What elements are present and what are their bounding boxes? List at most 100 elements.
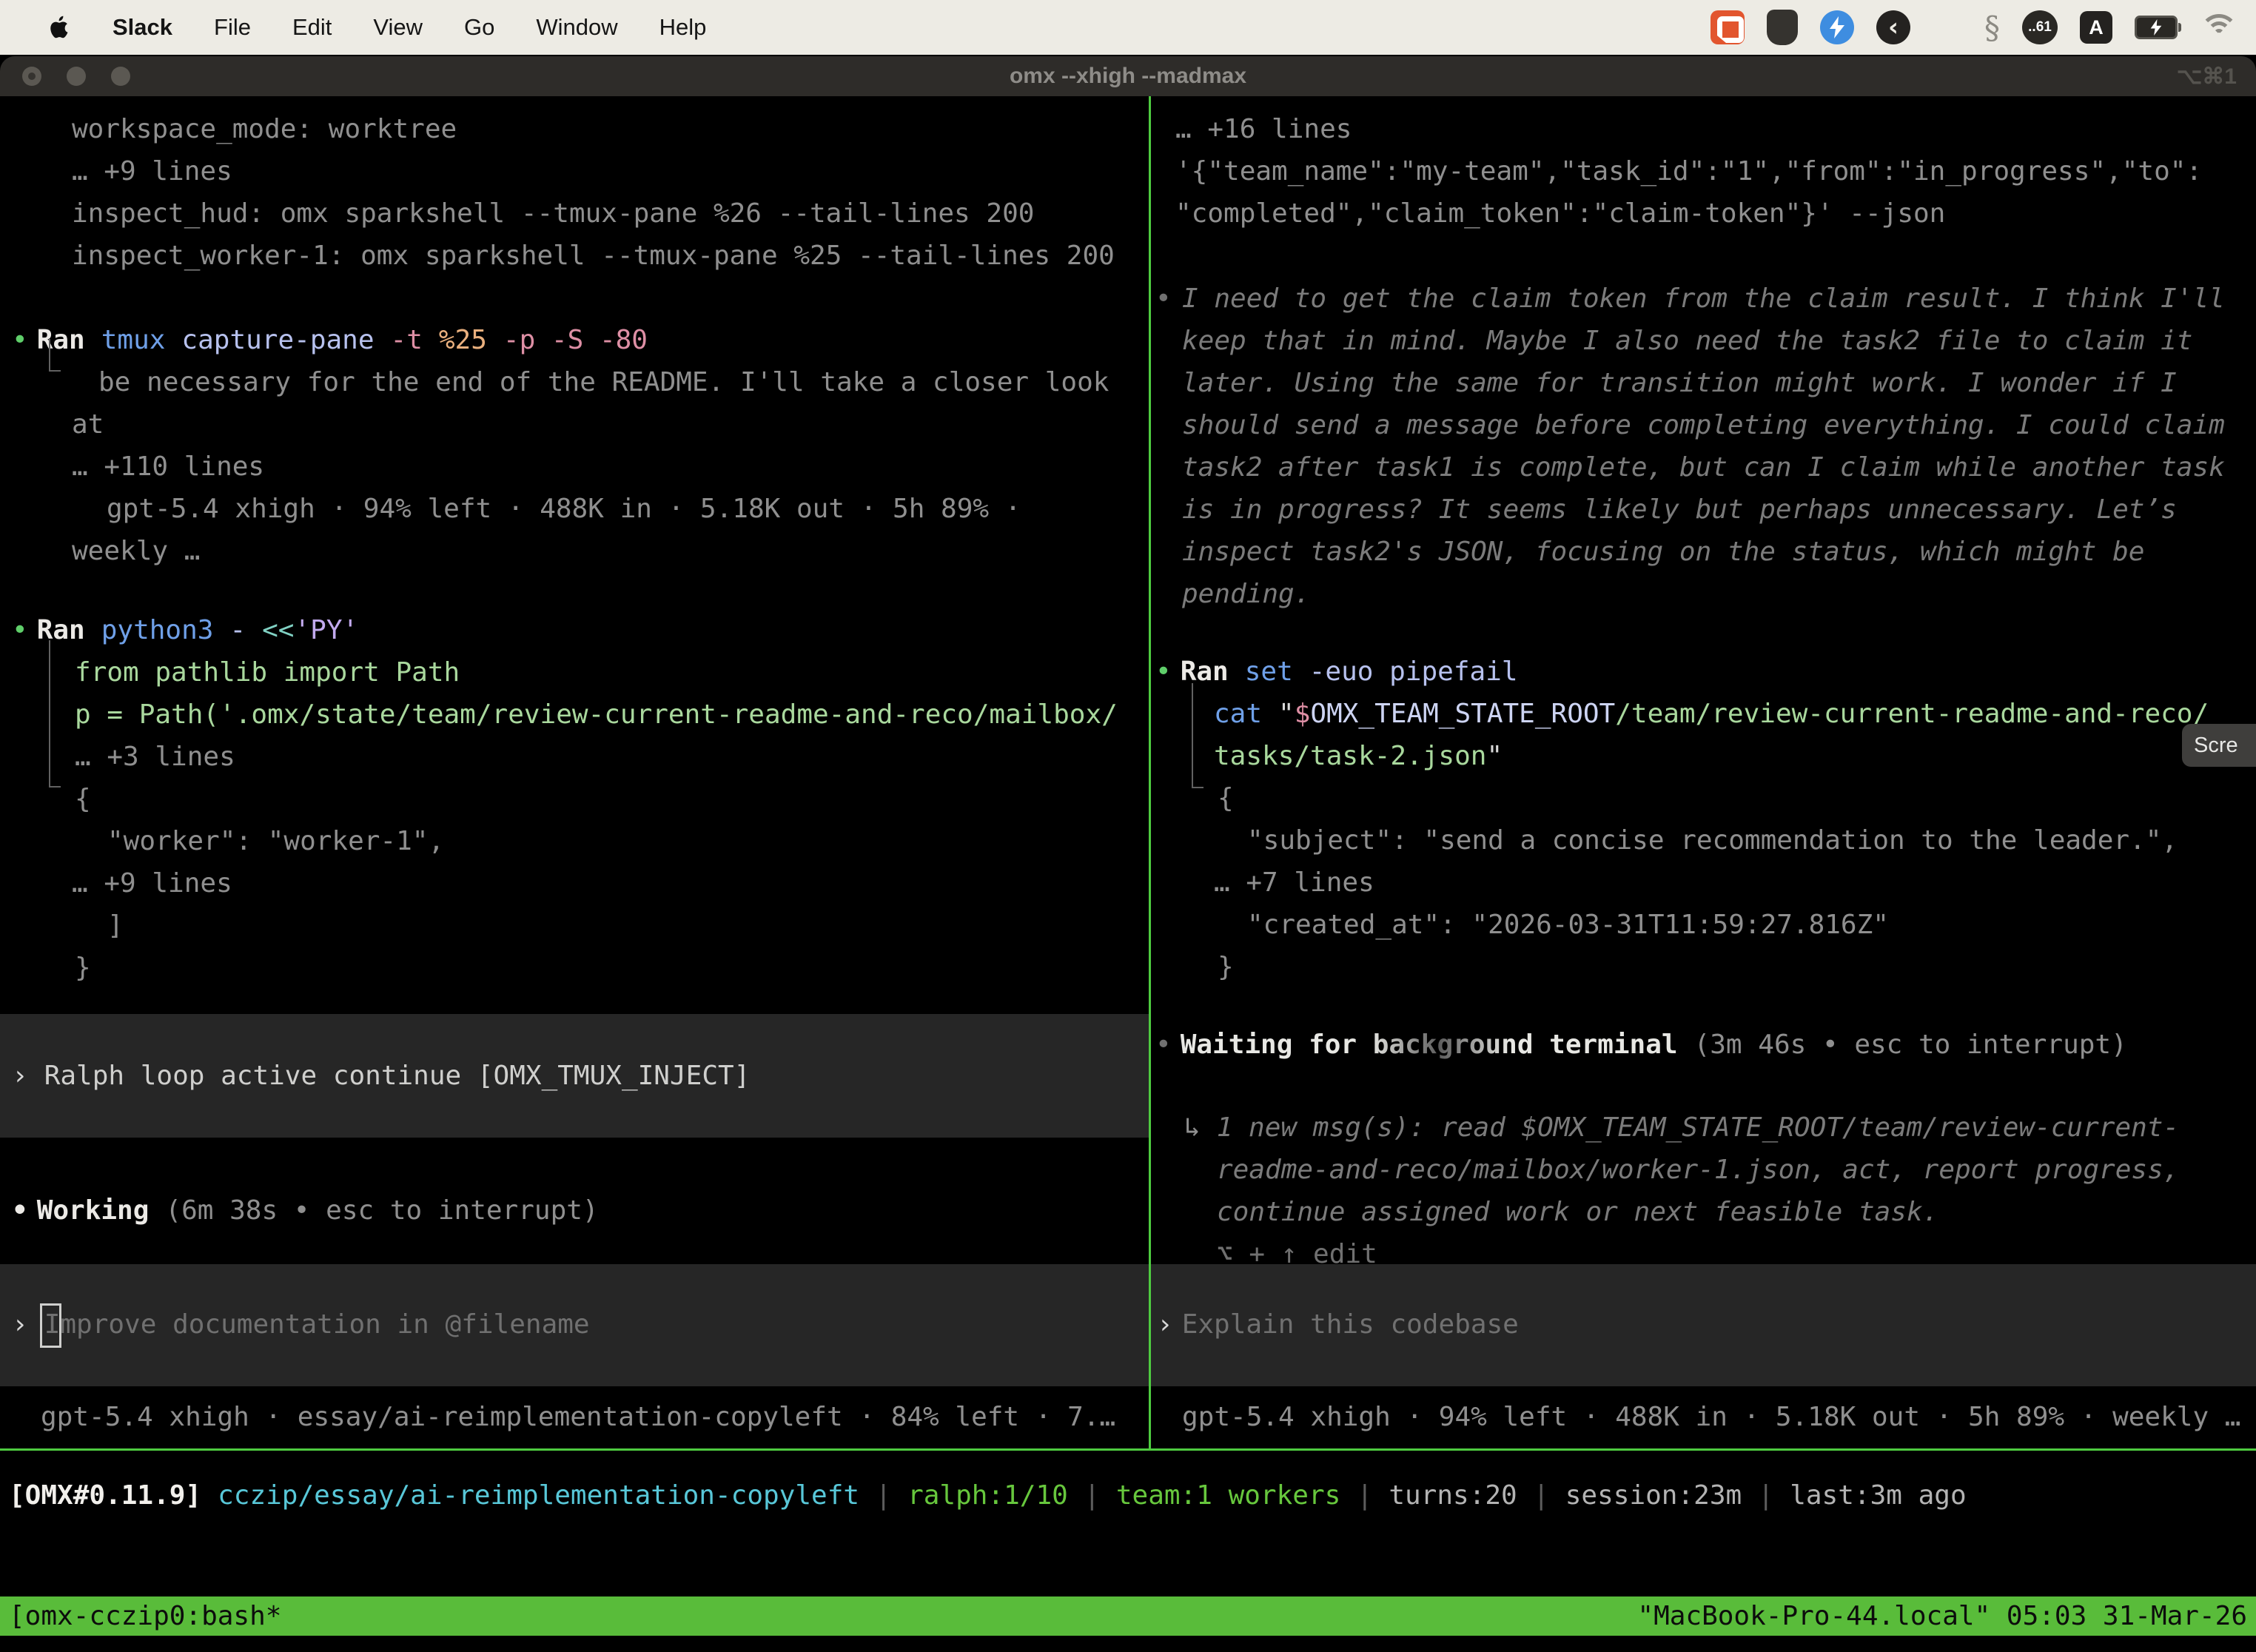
window-title: omx --xhigh --madmax xyxy=(0,56,2256,96)
bullet-icon: • xyxy=(1155,278,1172,320)
chat-app-icon[interactable] xyxy=(1711,10,1745,44)
separator: | xyxy=(1068,1480,1116,1511)
separator: | xyxy=(859,1480,907,1511)
thinking-line: task2 after task1 is complete, but can I… xyxy=(1182,446,2225,488)
a-badge-icon[interactable]: A xyxy=(2080,11,2112,44)
text-cursor xyxy=(40,1303,61,1348)
tmux-session-window: [omx-cczip0:bash* xyxy=(9,1601,281,1631)
left-output-line: "worker": "worker-1", xyxy=(107,820,444,862)
cat-command-line: tasks/task-2.json" xyxy=(1214,735,1503,777)
screen: Slack File Edit View Go Window Help ‹ § … xyxy=(0,0,2256,1652)
right-output-line: "created_at": "2026-03-31T11:59:27.816Z" xyxy=(1247,904,1889,946)
left-output-line: { xyxy=(75,778,91,820)
right-output-line: } xyxy=(1218,946,1234,988)
left-output-line: workspace_mode: worktree xyxy=(72,108,457,150)
cmd-token: -t xyxy=(391,325,423,355)
menu-item-window[interactable]: Window xyxy=(536,14,617,41)
left-output-line: inspect_hud: omx sparkshell --tmux-pane … xyxy=(72,192,1034,235)
cmd-token: - xyxy=(229,615,246,645)
output-corner-connector xyxy=(1192,683,1203,788)
apple-logo-icon xyxy=(49,15,71,40)
notification-line: continue assigned work or next feasible … xyxy=(1217,1191,1938,1233)
menu-bar-status-icons: ‹ § ..61 A xyxy=(1711,0,2238,55)
wifi-icon[interactable] xyxy=(2200,13,2238,42)
thinking-line: inspect task2's JSON, focusing on the st… xyxy=(1182,531,2144,573)
right-output-line: "completed","claim_token":"claim-token"}… xyxy=(1175,192,1945,235)
cmd-token: python3 xyxy=(101,615,214,645)
cmd-token: << xyxy=(262,615,294,645)
working-meta: (6m 38s • esc to interrupt) xyxy=(165,1195,598,1226)
python-code-line: p = Path('.omx/state/team/review-current… xyxy=(75,694,1118,736)
left-output-line: be necessary for the end of the README. … xyxy=(98,361,1109,403)
bolt-circle-icon[interactable] xyxy=(1820,10,1854,44)
apple-menu[interactable] xyxy=(49,15,71,40)
cmd-token: tmux xyxy=(101,325,166,355)
left-output-line: ] xyxy=(107,904,124,947)
ran-label: Ran xyxy=(1181,657,1229,687)
notification-line: 1 new msg(s): read $OMX_TEAM_STATE_ROOT/… xyxy=(1217,1112,2179,1143)
omx-session-time: session:23m xyxy=(1565,1480,1742,1511)
menu-bar-left: Slack File Edit View Go Window Help xyxy=(0,14,706,41)
title-bar[interactable]: omx --xhigh --madmax ⌥⌘1 xyxy=(0,56,2256,96)
menu-item-edit[interactable]: Edit xyxy=(292,14,332,41)
chevron-circle-icon[interactable]: ‹ xyxy=(1876,10,1910,44)
battery-icon[interactable] xyxy=(2135,16,2178,39)
left-output-line: } xyxy=(75,947,91,989)
cmd-token: set xyxy=(1245,657,1293,687)
menu-item-file[interactable]: File xyxy=(214,14,251,41)
left-input-row[interactable]: › Improve documentation in @filename xyxy=(12,1303,590,1346)
waiting-label: Waiting for background terminal xyxy=(1181,1030,1678,1060)
right-output-line: { xyxy=(1218,777,1234,819)
cmd-token: cat xyxy=(1214,699,1262,729)
cmd-token: $ xyxy=(1295,699,1311,729)
menu-item-view[interactable]: View xyxy=(373,14,423,41)
ran-set-command: •Ranset-euo pipefail xyxy=(1155,651,1518,693)
left-output-line: gpt-5.4 xhigh · 94% left · 488K in · 5.1… xyxy=(107,488,1021,530)
output-corner-connector xyxy=(49,339,61,372)
ran-python-command: •Ranpython3-<<'PY' xyxy=(12,609,358,651)
right-input-row[interactable]: ›Explain this codebase xyxy=(1157,1303,1519,1346)
separator: | xyxy=(1742,1480,1790,1511)
prompt-chevron-icon: › xyxy=(12,1309,28,1340)
omx-last-activity: last:3m ago xyxy=(1790,1480,1966,1511)
left-input-placeholder: Improve documentation in @filename xyxy=(44,1309,590,1340)
ran-label: Ran xyxy=(37,325,85,355)
tmux-host-clock: "MacBook-Pro-44.local" 05:03 31-Mar-26 xyxy=(1637,1601,2247,1631)
shield-grid-icon[interactable] xyxy=(1767,10,1798,45)
omx-ralph-count: ralph:1/10 xyxy=(907,1480,1068,1511)
bullet-icon: • xyxy=(12,1195,28,1226)
cmd-token: " xyxy=(1278,699,1295,729)
left-output-line: … +110 lines xyxy=(72,446,264,488)
omx-version-badge: [OMX#0.11.9] xyxy=(9,1480,201,1511)
bullet-icon: • xyxy=(12,615,28,645)
ran-tmux-command: •Rantmuxcapture-pane-t%25-p -S -80 xyxy=(12,319,648,361)
screen-sharing-pill[interactable]: Scre xyxy=(2182,724,2256,767)
menu-item-help[interactable]: Help xyxy=(659,14,707,41)
menu-item-go[interactable]: Go xyxy=(464,14,494,41)
omx-turns: turns:20 xyxy=(1389,1480,1517,1511)
working-label: Working xyxy=(37,1195,150,1226)
left-output-line: … +3 lines xyxy=(75,736,235,778)
output-corner-connector xyxy=(49,640,61,788)
thinking-line: I need to get the claim token from the c… xyxy=(1182,278,2225,320)
left-output-line: … +9 lines xyxy=(72,862,232,904)
prompt-chevron-icon: › xyxy=(12,1061,28,1091)
right-model-statusline: gpt-5.4 xhigh · 94% left · 488K in · 5.1… xyxy=(1182,1396,2240,1438)
dots-grid-icon[interactable] xyxy=(1933,13,1962,42)
left-output-line: … +9 lines xyxy=(72,150,232,192)
swirl-icon[interactable]: § xyxy=(1984,10,2000,46)
reply-arrow-icon: ↳ xyxy=(1184,1112,1201,1143)
battery-bolt-icon xyxy=(2150,19,2162,36)
cmd-token: OMX_TEAM_STATE_ROOT xyxy=(1310,699,1615,729)
right-output-line: "subject": "send a concise recommendatio… xyxy=(1247,819,2178,862)
thinking-line: should send a message before completing … xyxy=(1182,404,2225,446)
cmd-token: capture-pane xyxy=(181,325,374,355)
menu-app-name[interactable]: Slack xyxy=(113,14,172,41)
cmd-token: -p -S -80 xyxy=(503,325,648,355)
prompt-chevron-icon: › xyxy=(1157,1309,1173,1340)
gauge-61-icon[interactable]: ..61 xyxy=(2022,10,2058,44)
ralph-banner: ›Ralph loop active continue [OMX_TMUX_IN… xyxy=(12,1055,750,1097)
thinking-line: is in progress? It seems likely but perh… xyxy=(1182,488,2177,531)
pane-divider[interactable] xyxy=(1149,96,1151,1448)
bullet-icon: • xyxy=(1155,657,1172,687)
